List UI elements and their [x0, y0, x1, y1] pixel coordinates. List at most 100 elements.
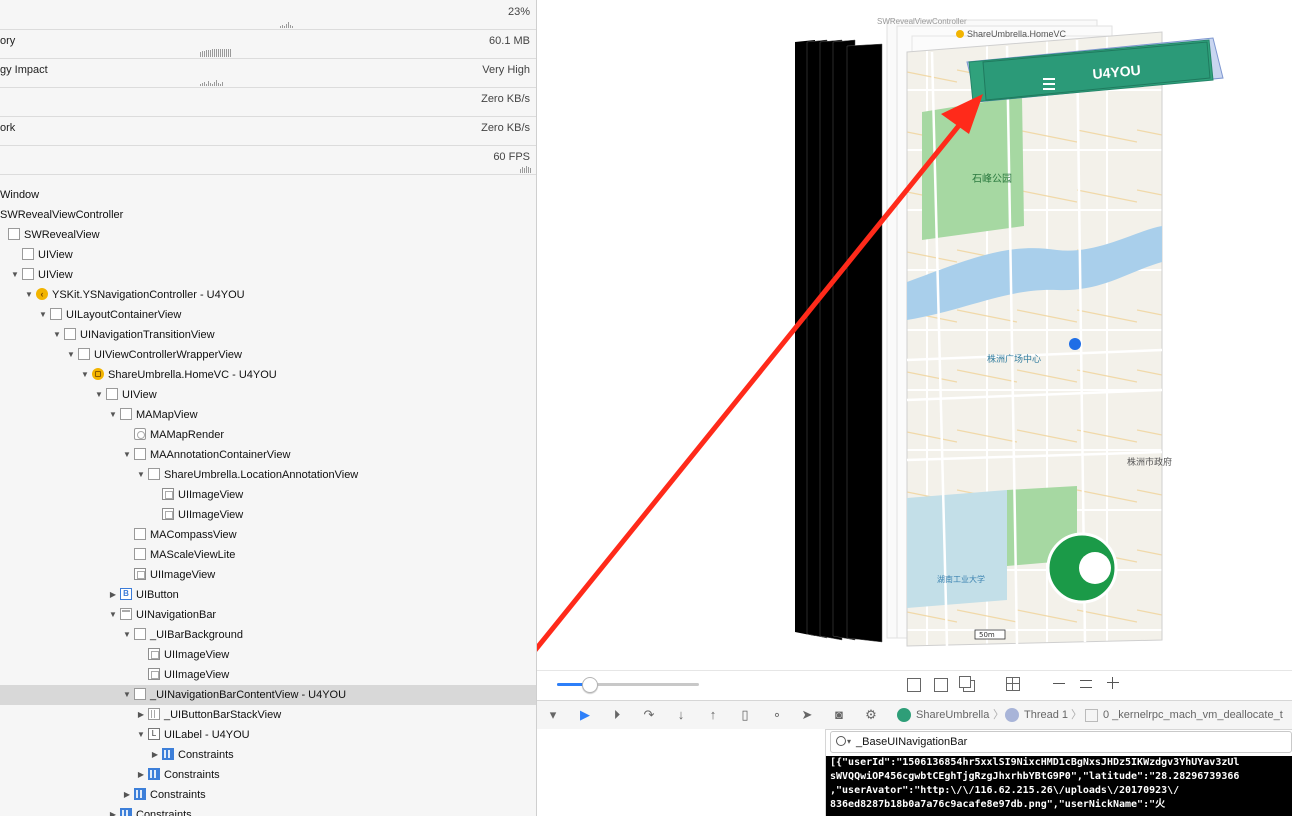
tree-row[interactable]: ▼ ‹ YSKit.YSNavigationController - U4YOU: [0, 285, 536, 305]
tree-row[interactable]: UIView: [0, 245, 536, 265]
simulate-location-icon[interactable]: ➤: [799, 707, 815, 723]
view-icon: [64, 328, 76, 340]
tree-row-label: UIImageView: [164, 649, 230, 661]
tree-row[interactable]: ▼ L UILabel - U4YOU: [0, 725, 536, 745]
map-layer[interactable]: 石峰公园 株洲广场中心 株洲市政府 湖南工业大学 50m: [906, 31, 1172, 647]
console-output[interactable]: [{"userId":"1506136854hr5xxlSI9NixcHMD1c…: [826, 756, 1292, 816]
capture-icon[interactable]: ◙: [831, 707, 847, 723]
debug-gauge[interactable]: 23%: [0, 0, 536, 30]
disclosure-down-icon[interactable]: ▼: [122, 445, 132, 465]
tree-row[interactable]: SWRevealView: [0, 225, 536, 245]
show-clipped-icon[interactable]: [907, 678, 921, 692]
tree-row[interactable]: ▶ Constraints: [0, 785, 536, 805]
disclosure-down-icon[interactable]: ▼: [136, 725, 146, 745]
disclosure-down-icon[interactable]: ▼: [94, 385, 104, 405]
continue-icon[interactable]: ⏵: [609, 707, 625, 723]
tree-row[interactable]: UIImageView: [0, 645, 536, 665]
zoom-actual-icon[interactable]: [1080, 680, 1092, 688]
tree-row[interactable]: UIImageView: [0, 665, 536, 685]
disclosure-down-icon[interactable]: ▼: [108, 605, 118, 625]
zoom-out-icon[interactable]: [1053, 683, 1065, 684]
zoom-slider-knob[interactable]: [582, 677, 598, 693]
tree-row[interactable]: Window: [0, 185, 536, 205]
disclosure-right-icon[interactable]: ▶: [136, 705, 146, 725]
debug-gauge[interactable]: ory 60.1 MB: [0, 29, 536, 59]
gauge-value: Very High: [482, 64, 530, 76]
console-filter[interactable]: ▾ _BaseUINavigationBar: [830, 731, 1292, 753]
debug-gauge[interactable]: ork Zero KB/s: [0, 116, 536, 146]
variables-view: [537, 729, 826, 816]
disclosure-down-icon[interactable]: ▼: [10, 265, 20, 285]
disclosure-down-icon[interactable]: ▼: [108, 405, 118, 425]
tree-row[interactable]: MACompassView: [0, 525, 536, 545]
tree-row[interactable]: ▼ _UIBarBackground: [0, 625, 536, 645]
disclosure-right-icon[interactable]: ▶: [150, 745, 160, 765]
tree-row[interactable]: ▶ Constraints: [0, 805, 536, 816]
step-into-icon[interactable]: ↓: [673, 707, 689, 723]
hide-debug-area-icon[interactable]: ▾: [545, 707, 561, 723]
breadcrumb-app[interactable]: ShareUmbrella: [916, 707, 989, 723]
breadcrumb-frame[interactable]: 0 _kernelrpc_mach_vm_deallocate_t: [1103, 707, 1283, 723]
step-over-icon[interactable]: ↷: [641, 707, 657, 723]
tree-row-label: UIImageView: [150, 569, 216, 581]
tree-row[interactable]: ▶ Constraints: [0, 765, 536, 785]
tree-row[interactable]: UIImageView: [0, 505, 536, 525]
tree-row[interactable]: ▼ _UINavigationBarContentView - U4YOU: [0, 685, 536, 705]
debug-gauge[interactable]: Zero KB/s: [0, 87, 536, 117]
disclosure-down-icon[interactable]: ▼: [52, 325, 62, 345]
tree-row[interactable]: UIImageView: [0, 485, 536, 505]
debug-memory-graph-icon[interactable]: ∘: [769, 707, 785, 723]
image-view-icon: [162, 488, 174, 500]
disclosure-down-icon[interactable]: ▼: [136, 465, 146, 485]
tree-row[interactable]: ▼ UINavigationBar: [0, 605, 536, 625]
disclosure-down-icon[interactable]: ▼: [80, 365, 90, 385]
disclosure-right-icon[interactable]: ▶: [136, 765, 146, 785]
disclosure-down-icon[interactable]: ▼: [122, 625, 132, 645]
debug-view-hierarchy-icon[interactable]: ▯: [737, 707, 753, 723]
tree-row[interactable]: ▼ UINavigationTransitionView: [0, 325, 536, 345]
debug-gauge[interactable]: 60 FPS: [0, 145, 536, 175]
breadcrumb-separator-icon: 〉: [993, 709, 1004, 721]
disclosure-right-icon[interactable]: ▶: [108, 585, 118, 605]
exploded-3d-view[interactable]: SWRevealViewController 石峰公园 株洲广场中心 株洲市政府…: [537, 0, 1292, 670]
step-out-icon[interactable]: ↑: [705, 707, 721, 723]
tree-row[interactable]: MAMapRender: [0, 425, 536, 445]
breadcrumb-thread[interactable]: Thread 1: [1024, 707, 1068, 723]
disclosure-right-icon[interactable]: ▶: [122, 785, 132, 805]
tree-row[interactable]: UIImageView: [0, 565, 536, 585]
zoom-in-icon[interactable]: [1107, 677, 1119, 689]
orient-3d-icon[interactable]: [1006, 677, 1020, 691]
disclosure-down-icon[interactable]: ▼: [122, 685, 132, 705]
tree-row[interactable]: ▼ UIView: [0, 385, 536, 405]
change-canvas-icon[interactable]: [959, 676, 971, 688]
disclosure-down-icon[interactable]: ▼: [66, 345, 76, 365]
tree-row-label: SWRevealViewController: [0, 209, 124, 221]
show-constraints-icon[interactable]: [934, 678, 948, 692]
tree-row-label: UINavigationBar: [136, 609, 217, 621]
black-layer[interactable]: [846, 43, 883, 643]
tree-row[interactable]: ▼ UIView: [0, 265, 536, 285]
tree-row[interactable]: ▼ ShareUmbrella.HomeVC - U4YOU: [0, 365, 536, 385]
disclosure-down-icon[interactable]: ▼: [24, 285, 34, 305]
breakpoints-toggle-icon[interactable]: ▶: [577, 707, 593, 723]
tree-row[interactable]: ▼ UIViewControllerWrapperView: [0, 345, 536, 365]
breadcrumb-separator-icon: 〉: [1071, 709, 1082, 721]
tree-row[interactable]: ▶ B UIButton: [0, 585, 536, 605]
tree-row-label: Constraints: [136, 809, 192, 816]
tree-row[interactable]: ▶ Constraints: [0, 745, 536, 765]
tree-row[interactable]: ▼ UILayoutContainerView: [0, 305, 536, 325]
tree-row[interactable]: ▶ _UIButtonBarStackView: [0, 705, 536, 725]
debug-gauge[interactable]: gy Impact Very High: [0, 58, 536, 88]
tree-row-label: Constraints: [150, 789, 206, 801]
disclosure-down-icon[interactable]: ▼: [38, 305, 48, 325]
view-hierarchy-canvas[interactable]: SWRevealViewController 石峰公园 株洲广场中心 株洲市政府…: [537, 0, 1292, 670]
disclosure-right-icon[interactable]: ▶: [108, 805, 118, 816]
tree-row-label: YSKit.YSNavigationController - U4YOU: [52, 289, 245, 301]
tree-row[interactable]: ▼ MAMapView: [0, 405, 536, 425]
settings-gear-icon[interactable]: ⚙: [863, 707, 879, 723]
tree-row[interactable]: SWRevealViewController: [0, 205, 536, 225]
tree-row[interactable]: MAScaleViewLite: [0, 545, 536, 565]
zoom-slider[interactable]: [557, 677, 699, 693]
tree-row[interactable]: ▼ ShareUmbrella.LocationAnnotationView: [0, 465, 536, 485]
tree-row[interactable]: ▼ MAAnnotationContainerView: [0, 445, 536, 465]
